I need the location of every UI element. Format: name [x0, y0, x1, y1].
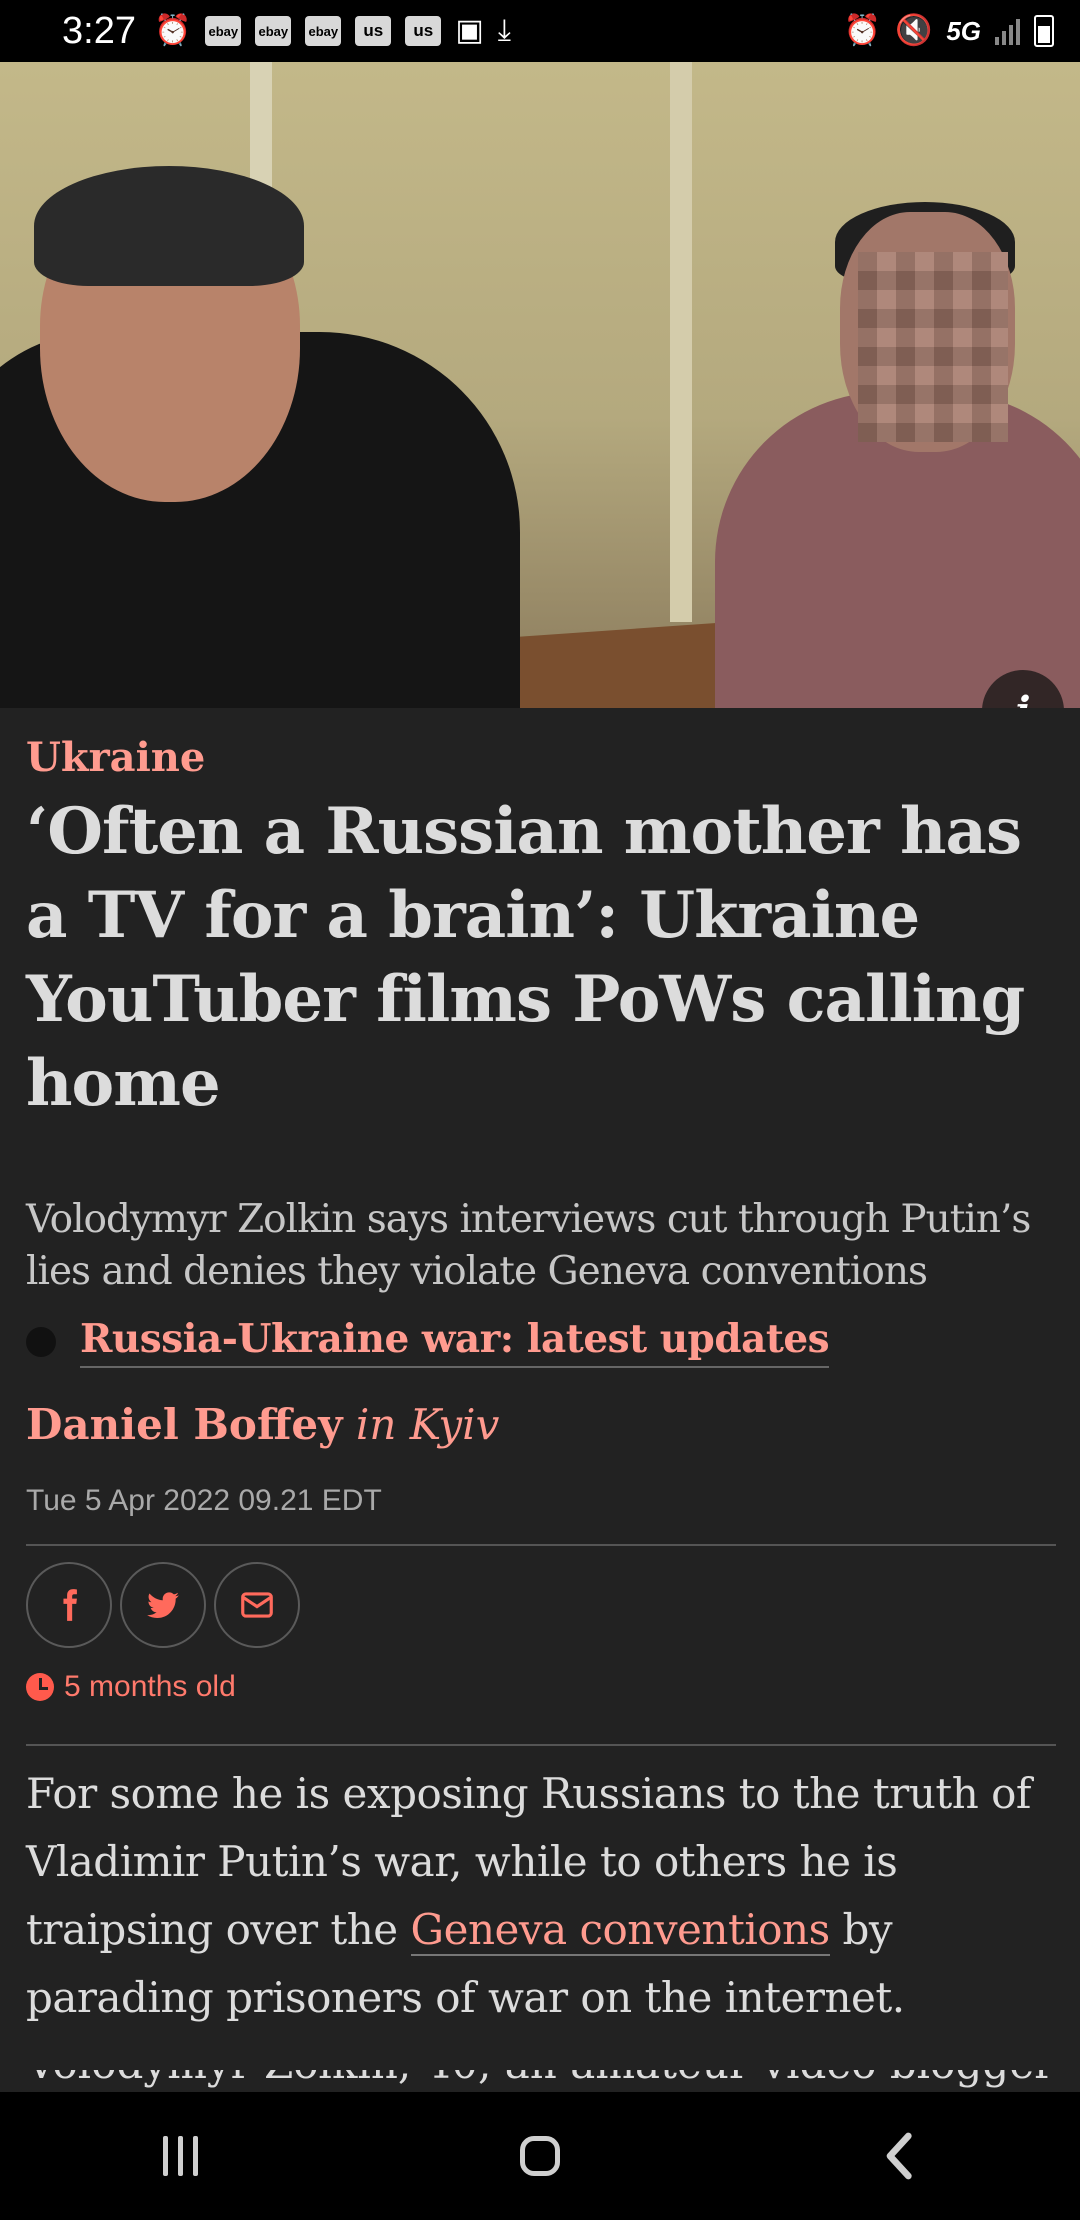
- battery-icon: [1034, 15, 1054, 47]
- age-label: 5 months old: [64, 1670, 236, 1703]
- home-button[interactable]: [480, 2106, 600, 2206]
- standfirst: Volodymyr Zolkin says interviews cut thr…: [26, 1197, 1031, 1294]
- author-link[interactable]: Daniel Boffey: [26, 1400, 343, 1449]
- byline-location: in Kyiv: [355, 1400, 500, 1449]
- byline: Daniel Boffey in Kyiv: [26, 1400, 499, 1449]
- person-left-hair: [34, 166, 304, 286]
- headline: ‘Often a Russian mother has a TV for a b…: [26, 794, 1025, 1121]
- status-time: 3:27: [62, 9, 136, 52]
- twitter-icon: [147, 1592, 179, 1618]
- notification-icons: ⏰ ebay ebay ebay us us ▣ ⤓: [154, 16, 511, 46]
- body-paragraph-partial: Volodymyr Zolkin, 40, an amateur video b…: [26, 2070, 1066, 2092]
- twitter-share-button[interactable]: [120, 1562, 206, 1648]
- section-label[interactable]: Ukraine: [26, 734, 205, 781]
- share-buttons: [26, 1562, 300, 1648]
- geneva-conventions-link[interactable]: Geneva conventions: [410, 1905, 830, 1956]
- live-updates-row[interactable]: Russia-Ukraine war: latest updates: [26, 1316, 830, 1368]
- signal-icon: [995, 17, 1020, 45]
- wall-detail: [670, 62, 692, 622]
- clock-icon: [26, 1673, 54, 1701]
- ebay-notification-icon: ebay: [255, 16, 292, 46]
- live-dot-icon: [26, 1327, 56, 1357]
- ebay-notification-icon: ebay: [205, 16, 242, 46]
- download-icon: ⤓: [497, 13, 511, 48]
- email-share-button[interactable]: [214, 1562, 300, 1648]
- us-notification-icon: us: [355, 16, 392, 46]
- divider: [26, 1544, 1056, 1546]
- article-age: 5 months old: [26, 1670, 236, 1704]
- publish-date: Tue 5 Apr 2022 09.21 EDT: [26, 1484, 382, 1517]
- hero-image: i: [0, 62, 1080, 708]
- body-paragraph: For some he is exposing Russians to the …: [26, 1760, 1066, 2032]
- recents-button[interactable]: [120, 2106, 240, 2206]
- divider: [26, 1744, 1056, 1746]
- status-bar: 3:27 ⏰ ebay ebay ebay us us ▣ ⤓ ⏰ 🔇 5G: [0, 0, 1080, 62]
- email-icon: [241, 1592, 273, 1618]
- live-updates-link[interactable]: Russia-Ukraine war: latest updates: [80, 1316, 830, 1368]
- us-notification-icon: us: [405, 16, 442, 46]
- alarm-icon: ⏰: [843, 13, 881, 48]
- facebook-icon: [63, 1589, 77, 1621]
- back-button[interactable]: [840, 2106, 960, 2206]
- facebook-share-button[interactable]: [26, 1562, 112, 1648]
- navigation-bar: [0, 2092, 1080, 2220]
- mute-icon: 🔇: [894, 13, 933, 48]
- pixelated-face: [858, 252, 1008, 442]
- alarm-icon: ⏰: [153, 13, 192, 48]
- home-icon: [520, 2136, 560, 2176]
- status-right: ⏰ 🔇 5G: [844, 15, 1054, 47]
- ebay-notification-icon: ebay: [305, 16, 342, 46]
- network-type: 5G: [946, 15, 981, 46]
- recents-icon: [162, 2136, 198, 2176]
- body-text: Volodymyr Zolkin, 40, an amateur video b…: [26, 2070, 1066, 2092]
- back-icon: [886, 2132, 912, 2180]
- image-icon: ▣: [455, 13, 484, 48]
